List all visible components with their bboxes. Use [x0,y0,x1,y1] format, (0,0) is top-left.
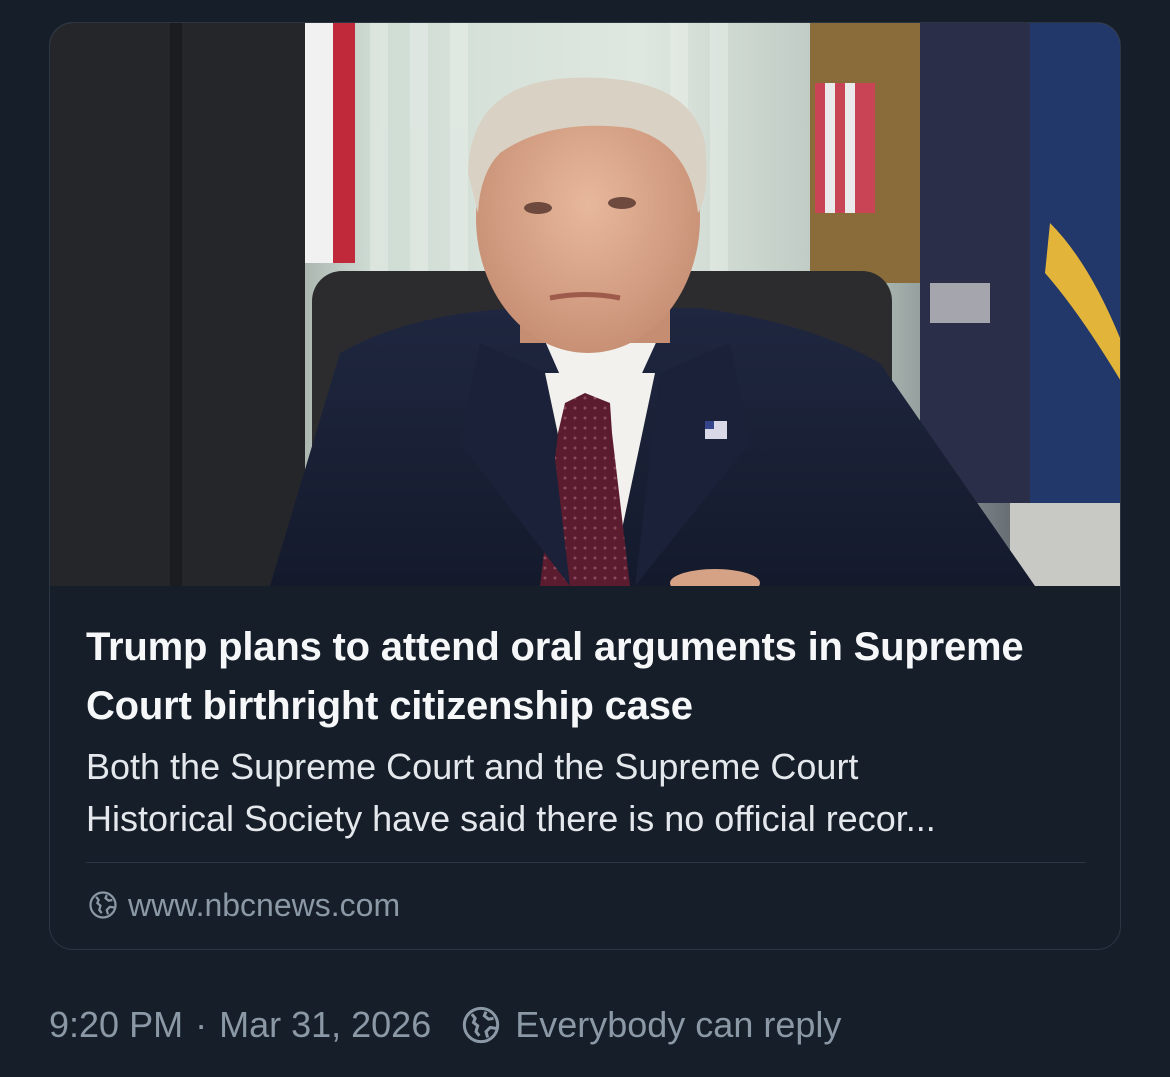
globe-icon [88,890,118,920]
source-domain: www.nbcnews.com [128,886,401,923]
card-divider [86,862,1086,863]
article-description: Both the Supreme Court and the Supreme C… [86,746,936,839]
globe-icon [461,1005,501,1045]
article-thumbnail[interactable] [50,23,1120,586]
article-photo [50,23,1120,586]
reply-setting[interactable]: Everybody can reply [461,1004,841,1046]
article-source[interactable]: www.nbcnews.com [88,885,400,925]
post-metadata: 9:20 PM · Mar 31, 2026 Everybody can rep… [49,1000,841,1050]
link-preview-card[interactable]: Trump plans to attend oral arguments in … [49,22,1121,950]
post-date[interactable]: Mar 31, 2026 [219,1004,431,1046]
post-detail: Trump plans to attend oral arguments in … [0,0,1170,1077]
post-time[interactable]: 9:20 PM [49,1004,183,1046]
article-headline[interactable]: Trump plans to attend oral arguments in … [86,618,1086,736]
meta-separator: · [195,1004,208,1045]
reply-setting-label: Everybody can reply [515,1004,842,1045]
